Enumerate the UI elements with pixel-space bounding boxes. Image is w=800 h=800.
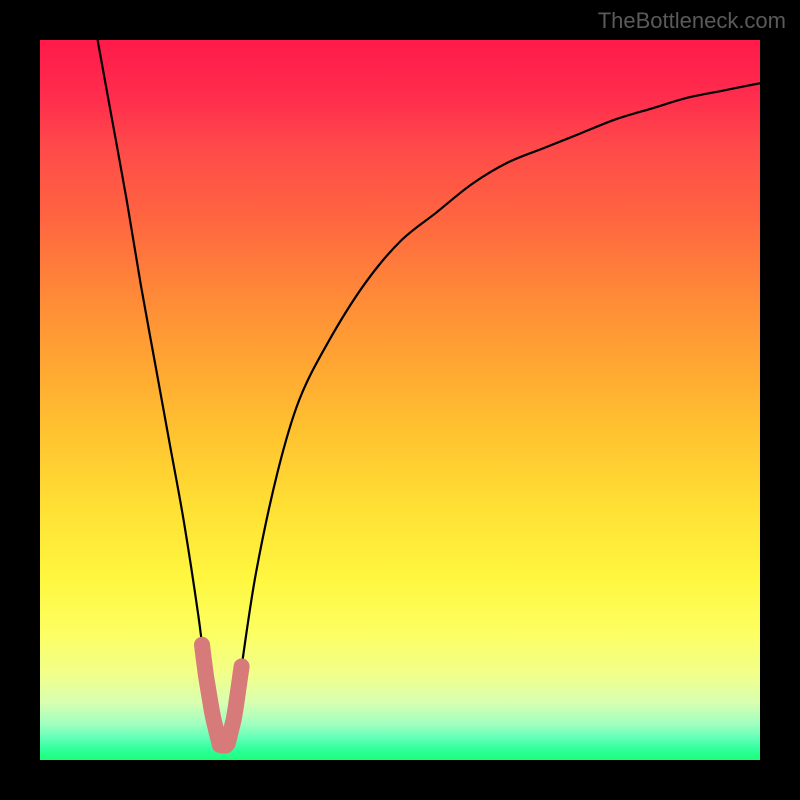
watermark-text: TheBottleneck.com: [598, 8, 786, 34]
chart-curve-svg: [40, 40, 760, 760]
bottleneck-curve: [98, 40, 760, 749]
chart-plot-area: [40, 40, 760, 760]
